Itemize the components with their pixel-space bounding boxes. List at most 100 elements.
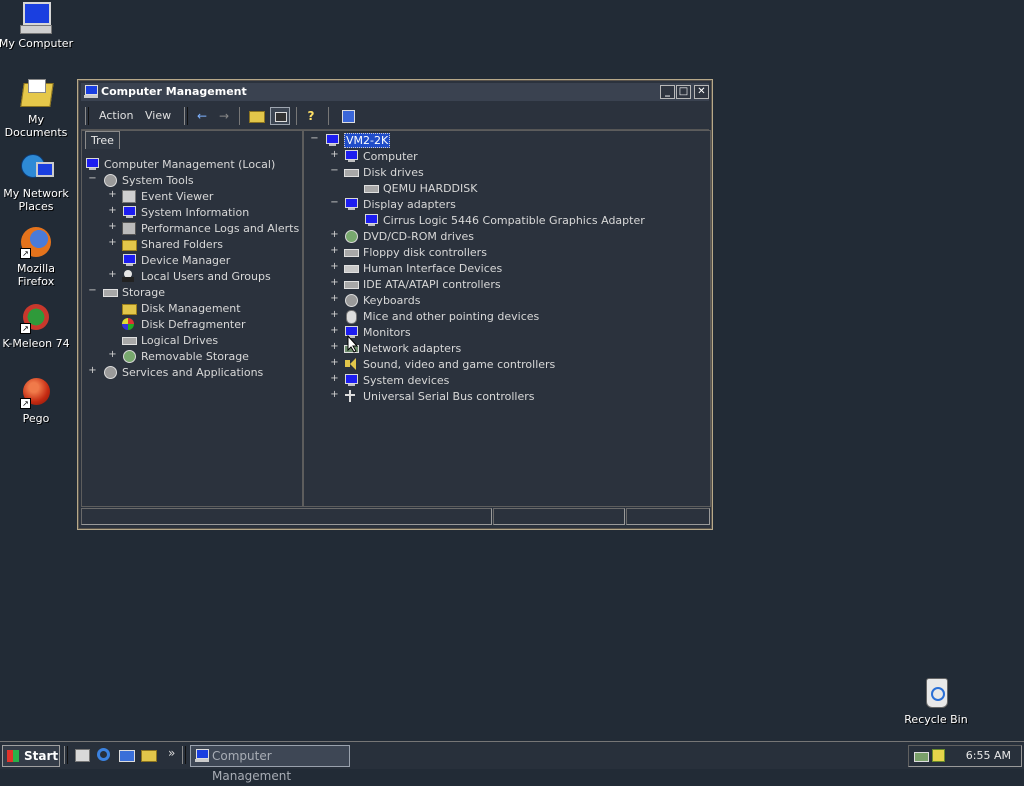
expand-icon[interactable]: + [330,149,339,160]
device-category-usb[interactable]: Universal Serial Bus controllers [344,389,534,405]
tree-item-disk-defragmenter[interactable]: Disk Defragmenter [122,317,246,333]
collapse-icon[interactable]: − [310,133,319,144]
window-title: Computer Management [101,85,247,98]
collapse-icon[interactable]: − [88,173,97,184]
start-button[interactable]: Start [2,745,60,767]
tree-item-logical-drives[interactable]: Logical Drives [122,333,218,349]
desktop-icon-mozilla-firefox[interactable]: ↗ Mozilla Firefox [0,227,74,288]
desktop-icon-my-documents[interactable]: My Documents [0,78,74,139]
desktop-icon-recycle-bin[interactable]: Recycle Bin [898,678,974,726]
device-category-network[interactable]: Network adapters [344,341,461,357]
properties-icon[interactable] [338,107,358,125]
desktop-icon-my-computer[interactable]: My Computer [0,2,74,50]
back-arrow-icon[interactable]: ← [192,107,212,125]
quick-launch-more-icon[interactable]: » [168,746,175,760]
security-tray-icon[interactable] [931,748,945,762]
tab-tree[interactable]: Tree [85,131,120,149]
expand-icon[interactable]: + [108,221,117,232]
expand-icon[interactable]: + [330,293,339,304]
tree-item-storage[interactable]: Storage [103,285,165,301]
maximize-button[interactable]: □ [676,85,691,99]
menu-action[interactable]: Action [99,109,133,122]
tree-item-local-users-groups[interactable]: Local Users and Groups [122,269,271,285]
tree-pane[interactable]: Tree Computer Management (Local) − Syste… [81,130,303,507]
tree-item-removable-storage[interactable]: Removable Storage [122,349,249,365]
collapse-icon[interactable]: − [330,165,339,176]
expand-icon[interactable]: + [330,245,339,256]
status-panel-2 [493,508,625,525]
defragmenter-icon [122,318,136,330]
device-root-computer[interactable]: VM2-2K [325,133,391,149]
expand-icon[interactable]: + [330,229,339,240]
tree-item-performance-logs[interactable]: Performance Logs and Alerts [122,221,299,237]
expand-icon[interactable]: + [330,389,339,400]
expand-icon[interactable]: + [108,205,117,216]
outlook-express-icon[interactable] [118,747,135,763]
clock[interactable]: 6:55 AM [966,749,1011,762]
explorer-icon[interactable] [140,747,157,763]
device-label: Universal Serial Bus controllers [363,390,535,403]
device-category-floppy[interactable]: Floppy disk controllers [344,245,487,261]
tree-item-services-applications[interactable]: Services and Applications [103,365,263,381]
desktop-icon-pego[interactable]: ↗ Pego [0,377,74,425]
computer-management-icon [84,85,98,99]
desktop-icon-label: My Network Places [3,187,69,213]
device-category-computer[interactable]: Computer [344,149,418,165]
expand-icon[interactable]: + [108,269,117,280]
taskbar-button-computer-management[interactable]: Computer Management [190,745,350,783]
menu-view[interactable]: View [145,109,171,122]
close-button[interactable]: ✕ [694,85,709,99]
expand-icon[interactable]: + [330,373,339,384]
expand-icon[interactable]: + [330,261,339,272]
expand-icon[interactable]: + [330,309,339,320]
device-cirrus-logic-adapter[interactable]: Cirrus Logic 5446 Compatible Graphics Ad… [364,213,645,229]
expand-icon[interactable]: + [108,349,117,360]
device-qemu-harddisk[interactable]: QEMU HARDDISK [364,181,477,197]
collapse-icon[interactable]: − [88,285,97,296]
tree-item-system-tools[interactable]: System Tools [103,173,194,189]
network-tray-icon[interactable] [914,748,929,762]
minimize-button[interactable]: _ [660,85,675,99]
taskbar-grip[interactable] [64,746,68,764]
device-category-dvd-cdrom[interactable]: DVD/CD-ROM drives [344,229,474,245]
tree-item-device-manager[interactable]: Device Manager [122,253,230,269]
tree-item-shared-folders[interactable]: Shared Folders [122,237,223,253]
expand-icon[interactable]: + [108,189,117,200]
tree-item-computer-management-local[interactable]: Computer Management (Local) [85,157,275,173]
up-folder-icon[interactable] [246,107,266,125]
show-hide-tree-icon[interactable] [270,107,290,125]
device-category-mice[interactable]: Mice and other pointing devices [344,309,539,325]
collapse-icon[interactable]: − [330,197,339,208]
device-category-system-devices[interactable]: System devices [344,373,449,389]
expand-icon[interactable]: + [108,237,117,248]
device-category-display-adapters[interactable]: Display adapters [344,197,456,213]
desktop-icon-label: My Documents [4,113,68,139]
expand-icon[interactable]: + [88,365,97,376]
device-category-hid[interactable]: Human Interface Devices [344,261,502,277]
show-desktop-icon[interactable] [74,747,90,763]
taskbar-grip[interactable] [182,746,186,764]
desktop-icon-my-network-places[interactable]: My Network Places [0,152,74,213]
internet-explorer-icon[interactable] [96,747,112,763]
start-label: Start [24,749,59,763]
expand-icon[interactable]: + [330,341,339,352]
tree-item-event-viewer[interactable]: Event Viewer [122,189,213,205]
storage-icon [103,286,118,298]
device-category-keyboards[interactable]: Keyboards [344,293,420,309]
help-icon[interactable]: ? [301,107,321,125]
toolbar-grip[interactable] [184,107,188,125]
tree-item-system-information[interactable]: System Information [122,205,249,221]
title-bar[interactable]: Computer Management _ □ ✕ [81,83,709,101]
expand-icon[interactable]: + [330,357,339,368]
tree-item-label: Local Users and Groups [141,270,271,283]
device-list-pane[interactable]: − VM2-2K + Computer − Disk drives QEMU H… [303,130,711,507]
tree-item-disk-management[interactable]: Disk Management [122,301,241,317]
expand-icon[interactable]: + [330,277,339,288]
device-category-disk-drives[interactable]: Disk drives [344,165,424,181]
desktop-icon-k-meleon[interactable]: ↗ K-Meleon 74 [0,302,74,350]
device-category-sound[interactable]: Sound, video and game controllers [344,357,555,373]
device-category-ide[interactable]: IDE ATA/ATAPI controllers [344,277,501,293]
toolbar-grip[interactable] [85,107,89,125]
forward-arrow-icon[interactable]: → [214,107,234,125]
expand-icon[interactable]: + [330,325,339,336]
